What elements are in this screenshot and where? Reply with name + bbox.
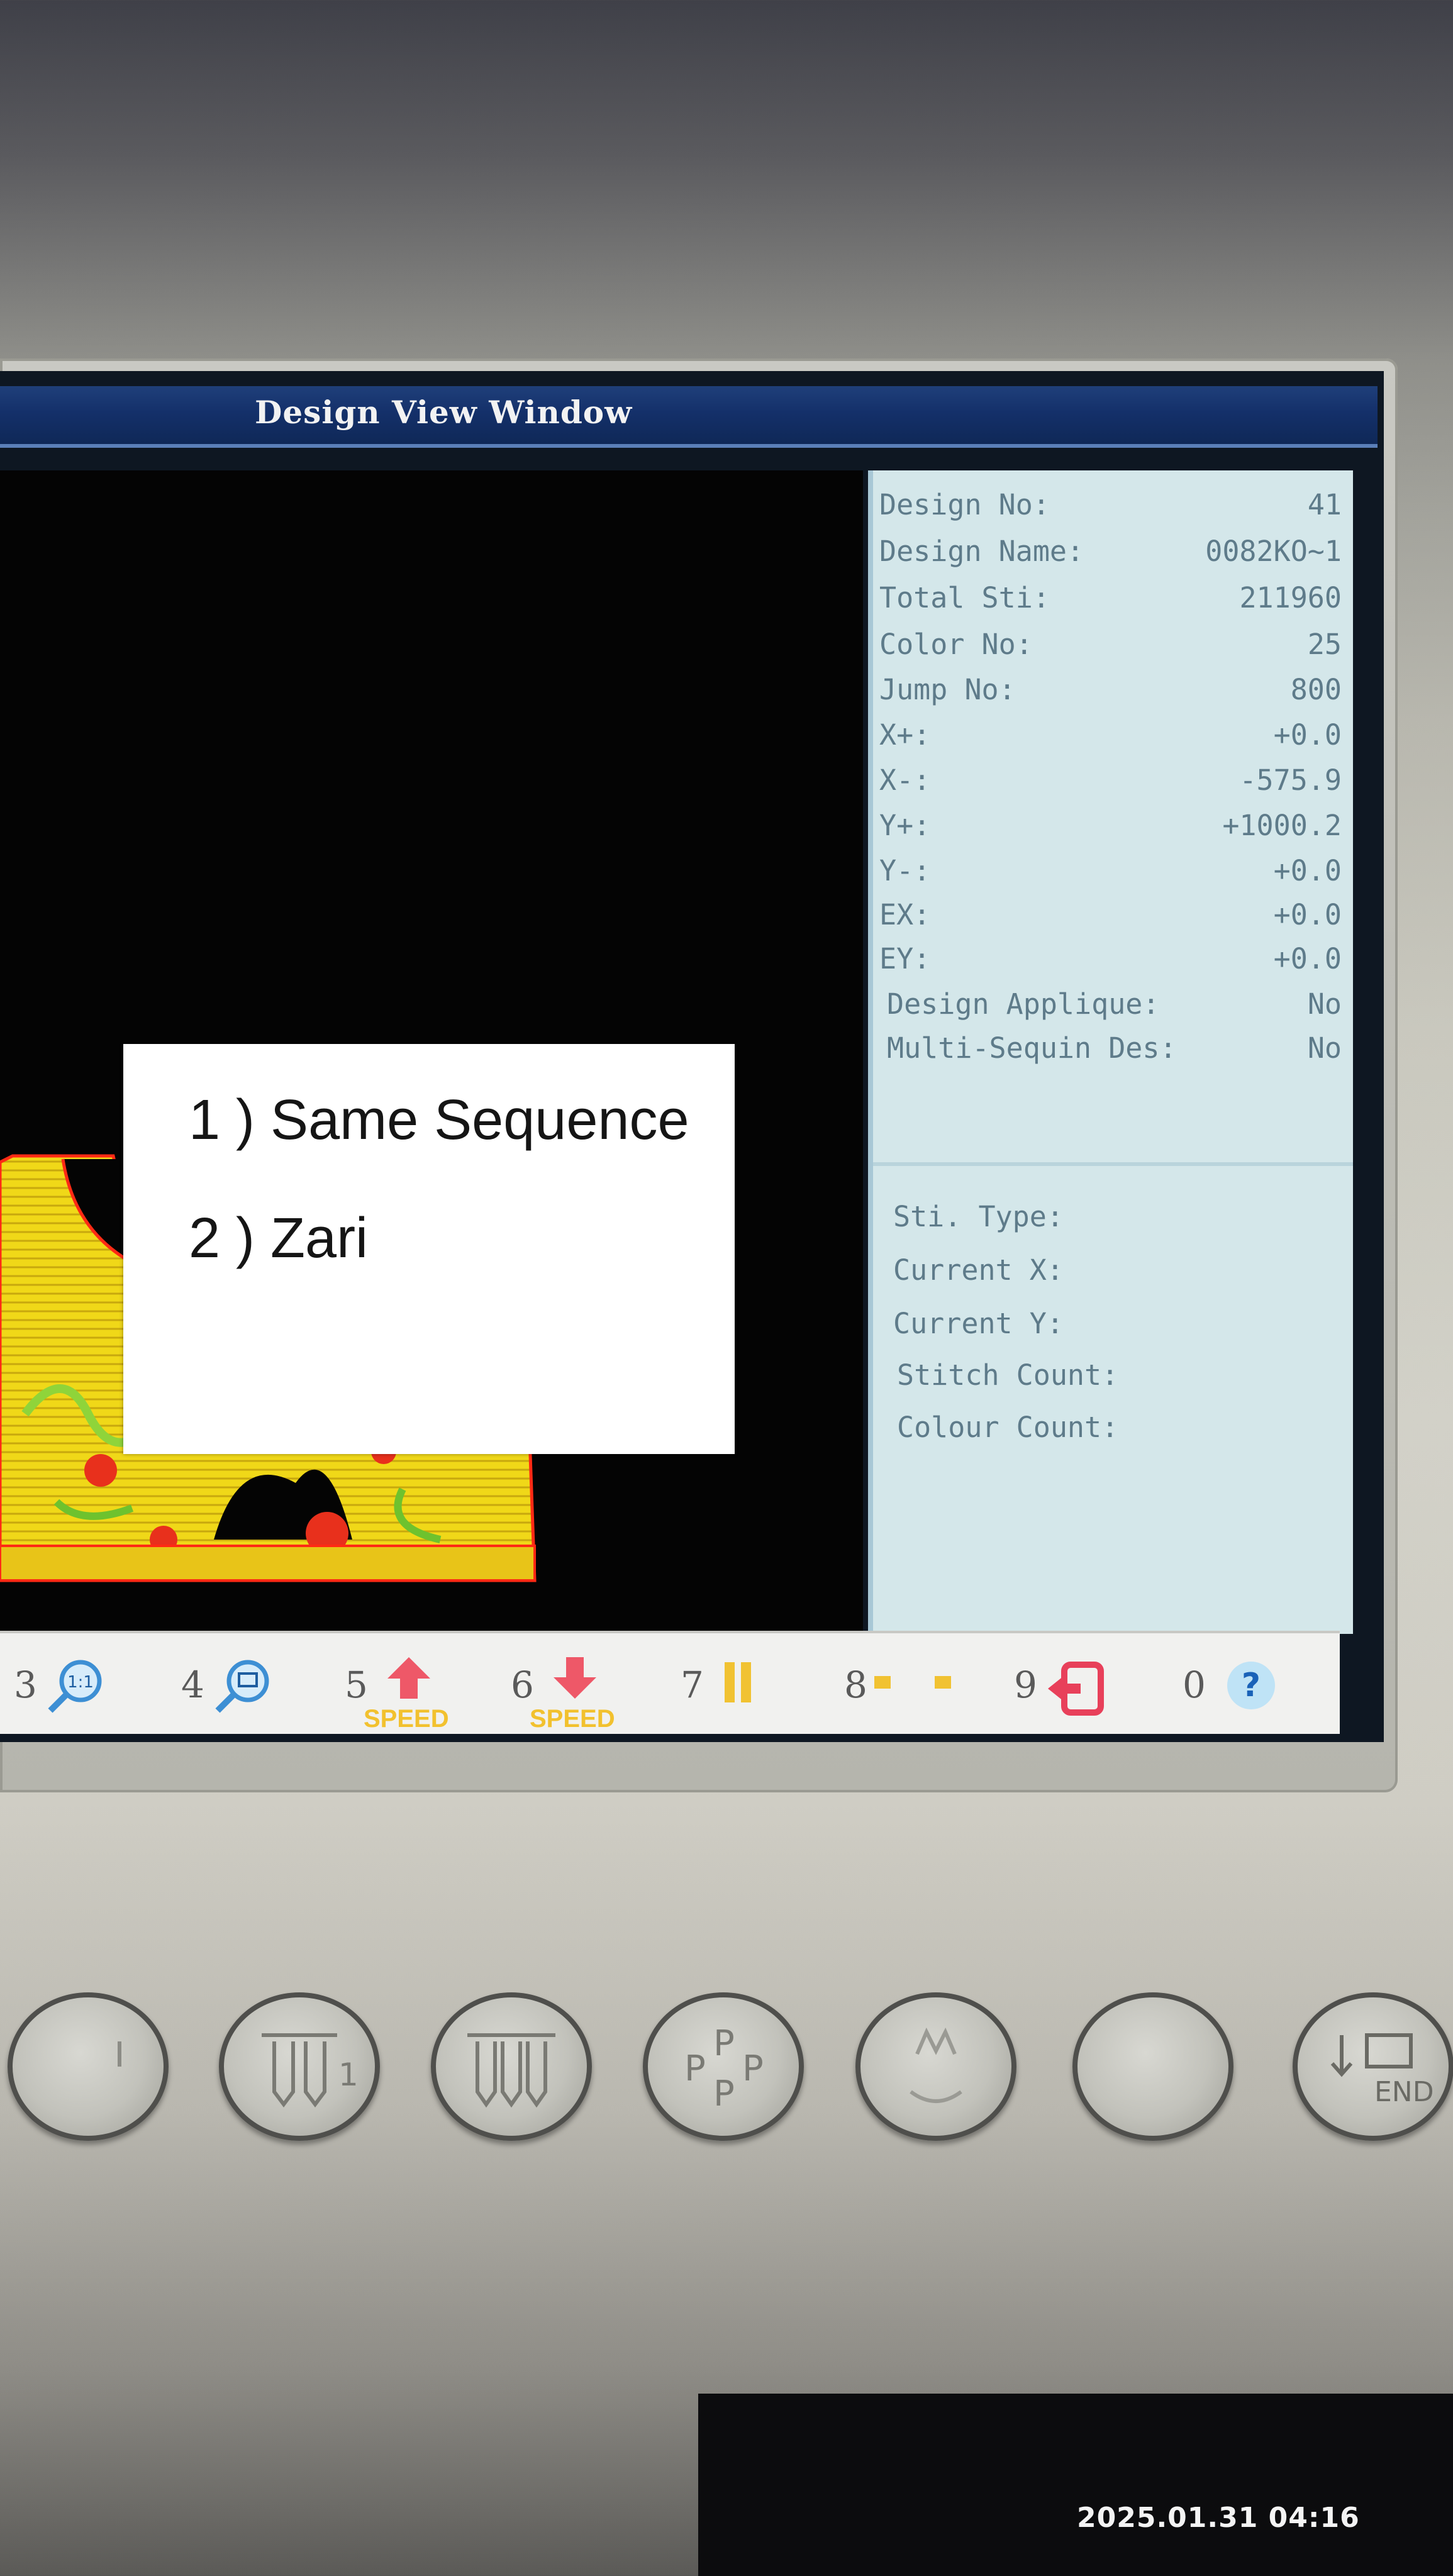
info-row-design-no: Design No: 41: [879, 488, 1342, 521]
speed-up-arrow-icon: [387, 1657, 430, 1699]
fkey-6-speed-down[interactable]: 6 SPEED: [511, 1657, 615, 1733]
fkey-3-zoom-actual[interactable]: 3 1:1: [14, 1660, 102, 1713]
hardware-button-needle-single[interactable]: 1: [219, 1992, 380, 2141]
end-icon: END: [1330, 2033, 1434, 2108]
return-icon: [1048, 1662, 1104, 1716]
design-info-panel: Design No: 41 Design Name: 0082KO~1 Tota…: [868, 470, 1353, 1634]
info-row-design-applique: Design Applique: No: [887, 987, 1342, 1021]
info-row-total-sti: Total Sti: 211960: [879, 581, 1342, 614]
status-row-colour-count: Colour Count:: [897, 1411, 1119, 1444]
hardware-button-needle-all[interactable]: [431, 1992, 592, 2141]
zoom-actual-size-icon: 1:1: [48, 1660, 102, 1713]
multi-needle-icon: [467, 2033, 555, 2108]
notice-popup: 1 ) Same Sequence 2 ) Zari: [123, 1044, 735, 1454]
hardware-button-blank[interactable]: [1072, 1992, 1233, 2141]
info-row-y-minus: Y-: +0.0: [879, 854, 1342, 887]
status-row-stitch-count: Stitch Count:: [897, 1358, 1119, 1392]
rotate-design-icon: P P P P: [684, 2023, 764, 2114]
status-row-current-x: Current X:: [893, 1253, 1064, 1287]
info-row-multi-sequin: Multi-Sequin Des: No: [887, 1031, 1342, 1065]
info-row-color-no: Color No: 25: [879, 628, 1342, 661]
window-title: Design View Window: [255, 394, 633, 431]
info-row-design-name: Design Name: 0082KO~1: [879, 535, 1342, 568]
svg-text:1: 1: [338, 2057, 359, 2093]
design-view-area[interactable]: 1 ) Same Sequence 2 ) Zari: [0, 470, 863, 1631]
fkey-9-return[interactable]: 9: [1014, 1662, 1104, 1716]
popup-line-1: 1 ) Same Sequence: [189, 1089, 689, 1152]
info-row-x-plus: X+: +0.0: [879, 718, 1342, 752]
hardware-button-menu[interactable]: [855, 1992, 1016, 2141]
status-row-sti-type: Sti. Type:: [893, 1200, 1064, 1233]
help-icon: ?: [1227, 1662, 1275, 1709]
hardware-button-rotate[interactable]: P P P P: [643, 1992, 804, 2141]
info-row-ex: EX: +0.0: [879, 898, 1342, 931]
photo-timestamp: 2025.01.31 04:16: [1077, 2502, 1360, 2534]
single-needle-icon: 1: [262, 2033, 359, 2107]
fkey-8-frame-move[interactable]: 8: [844, 1663, 951, 1706]
hardware-button-1[interactable]: [8, 1992, 169, 2141]
svg-text:1:1: 1:1: [67, 1673, 94, 1692]
status-row-current-y: Current Y:: [893, 1307, 1064, 1340]
hardware-button-row: 1 P P P P END: [0, 1992, 1453, 2143]
svg-text:P: P: [742, 2048, 764, 2089]
info-row-y-plus: Y+: +1000.2: [879, 809, 1342, 842]
speed-down-arrow-icon: [554, 1657, 596, 1699]
menu-m-icon: [910, 2027, 962, 2103]
fkey-7-pause[interactable]: 7: [681, 1662, 751, 1706]
pause-icon: [725, 1662, 751, 1702]
window-titlebar: Design View Window: [0, 386, 1378, 448]
svg-text:P: P: [684, 2048, 706, 2089]
svg-text:?: ?: [1242, 1667, 1261, 1704]
blank-button-icon: [118, 2041, 121, 2067]
svg-text:P: P: [713, 2023, 735, 2064]
function-key-bar: 3 1:1 4 5 SPEED 6 SPEED 7 8 9 0 ?: [0, 1631, 1340, 1734]
background-floor: [698, 2394, 1453, 2576]
svg-text:END: END: [1374, 2076, 1434, 2108]
zoom-window-icon: [215, 1660, 269, 1713]
info-divider: [873, 1162, 1353, 1166]
info-row-jump-no: Jump No: 800: [879, 673, 1342, 706]
info-row-ey: EY: +0.0: [879, 942, 1342, 975]
fkey-5-speed-up[interactable]: 5 SPEED: [345, 1657, 449, 1733]
popup-line-2: 2 ) Zari: [189, 1207, 369, 1270]
fkey-0-help[interactable]: 0 ?: [1183, 1662, 1275, 1709]
info-row-x-minus: X-: -575.9: [879, 763, 1342, 797]
hardware-button-end[interactable]: END: [1293, 1992, 1453, 2141]
fkey-4-zoom-window[interactable]: 4: [181, 1660, 269, 1713]
frame-move-icon: [874, 1676, 951, 1689]
screen: Design View Window 1) Same Sequence 2)…: [0, 371, 1384, 1742]
svg-text:P: P: [713, 2074, 735, 2114]
